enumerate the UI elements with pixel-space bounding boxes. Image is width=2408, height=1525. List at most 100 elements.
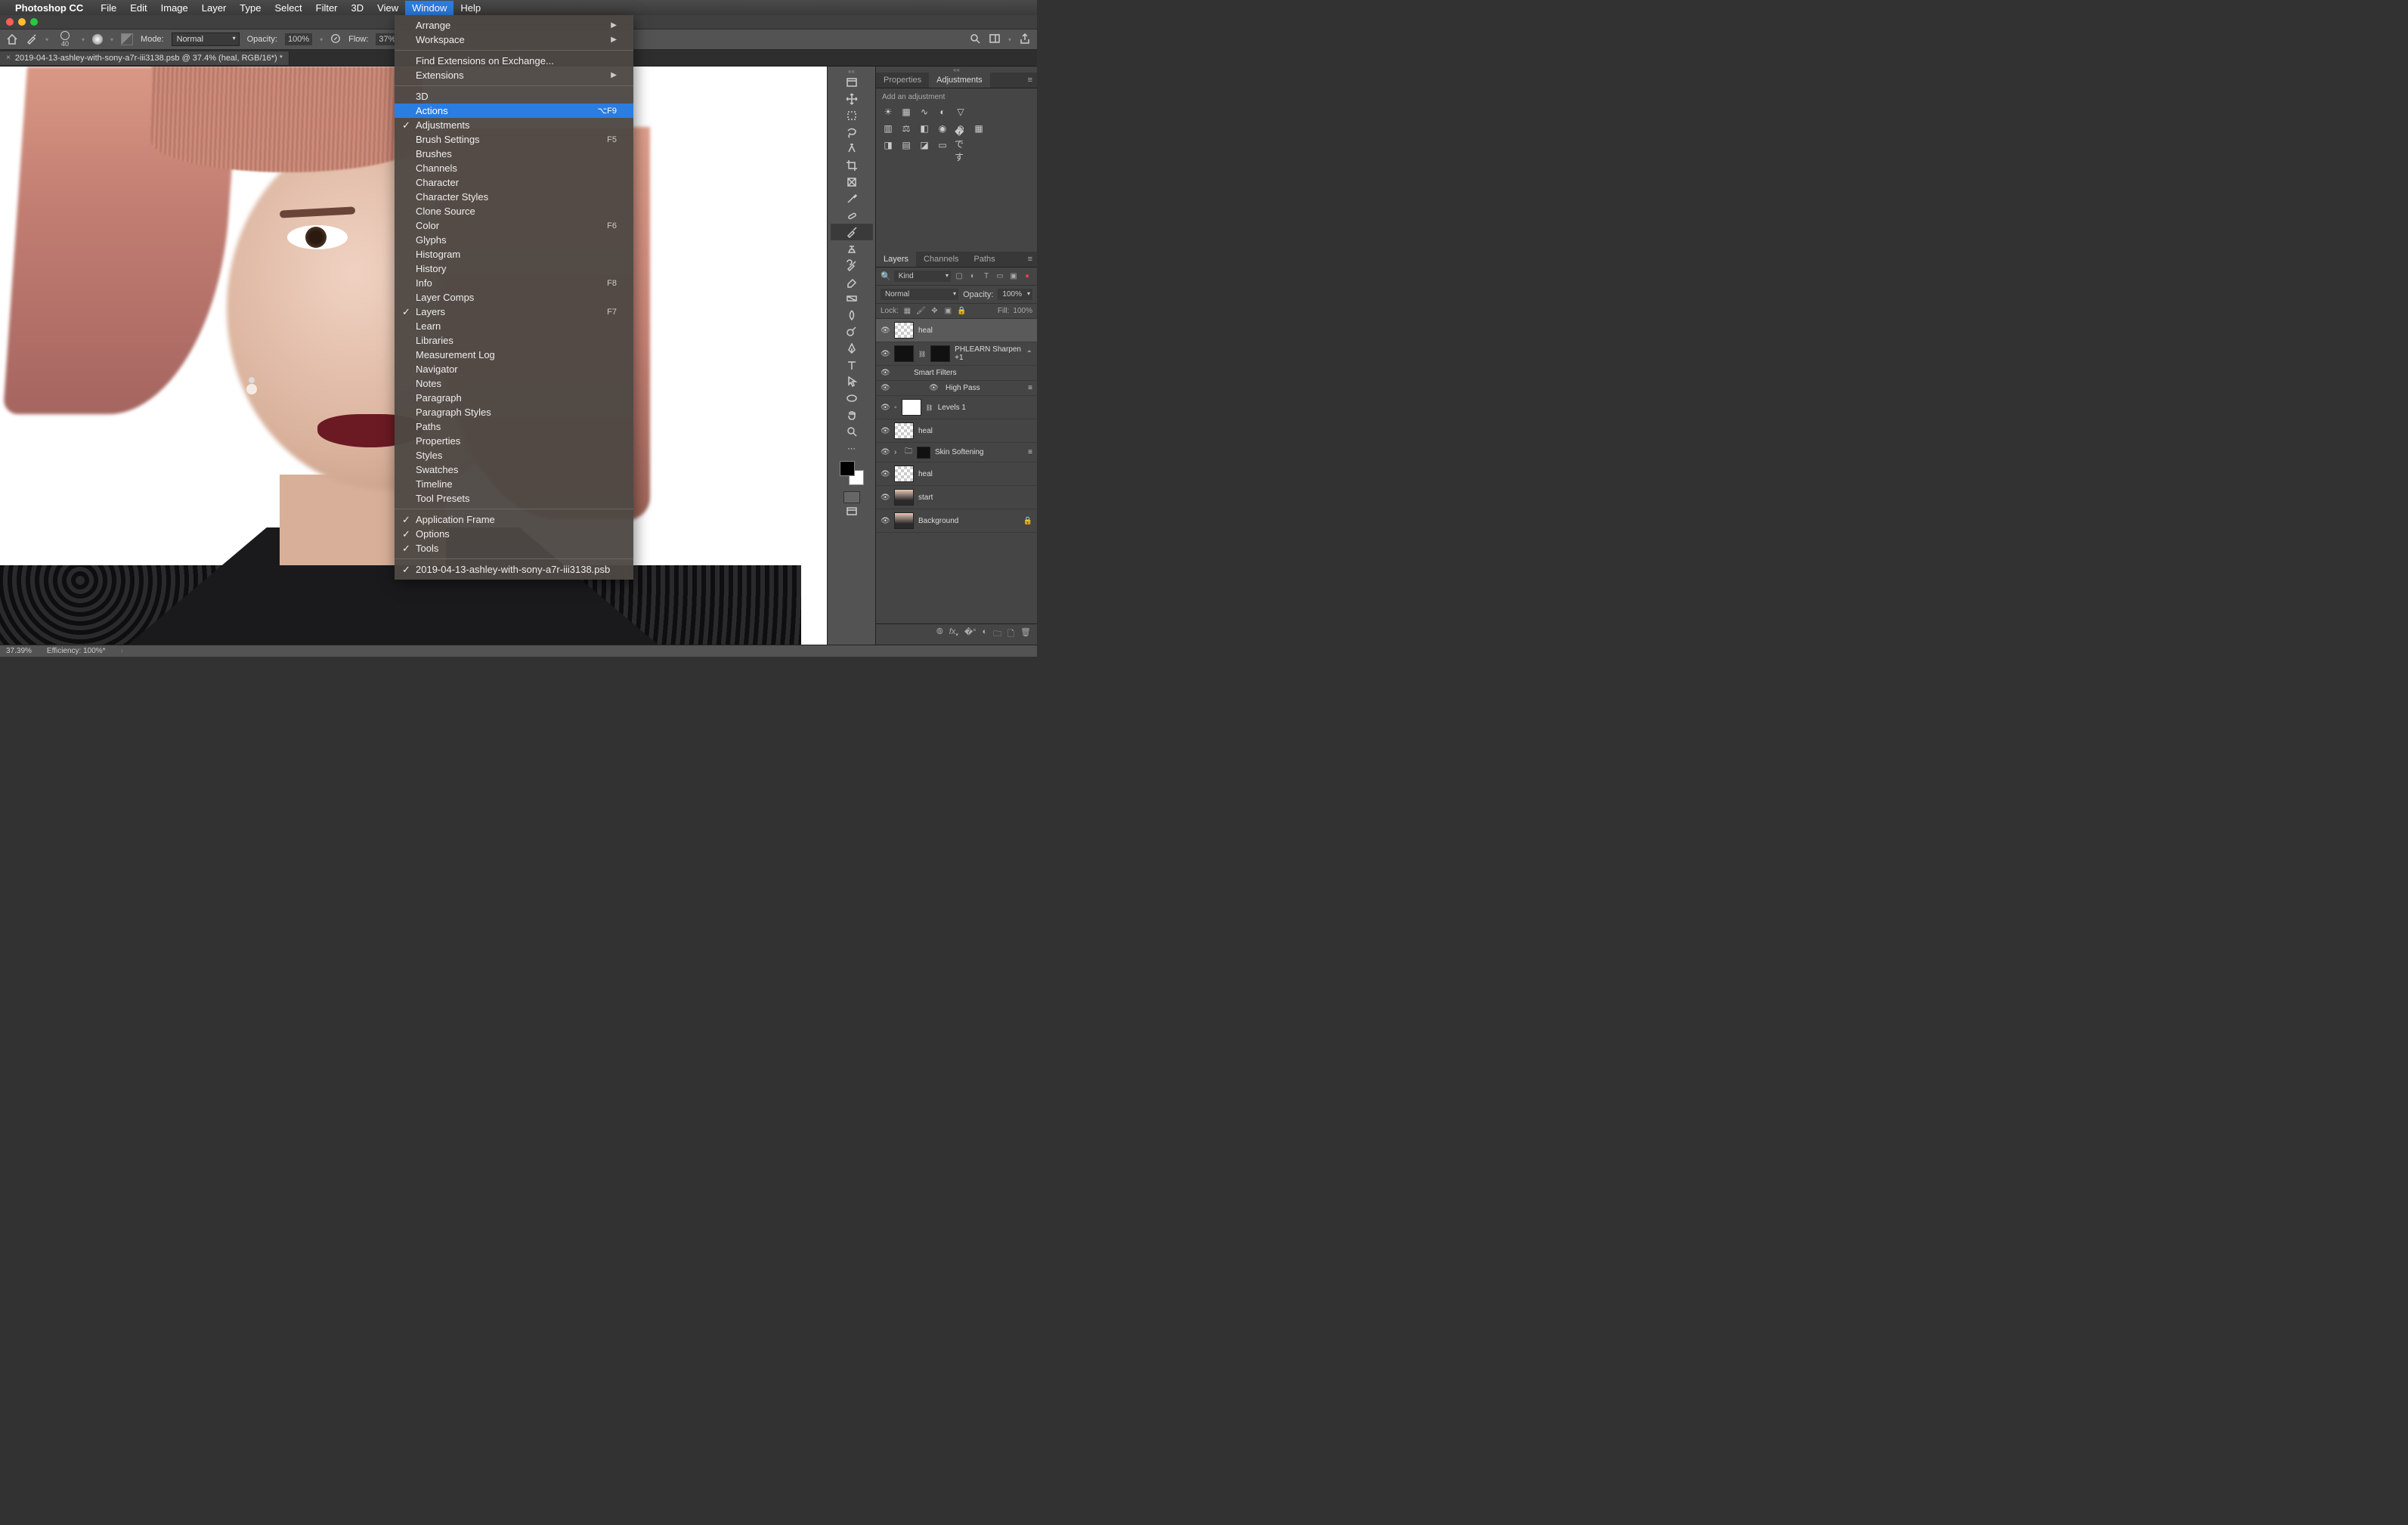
tab-properties[interactable]: Properties (876, 73, 929, 88)
blend-mode-dropdown[interactable]: Normal (172, 32, 240, 46)
layer-name[interactable]: start (918, 493, 1032, 502)
menu-select[interactable]: Select (268, 1, 308, 15)
layer-row[interactable]: 👁Background🔒 (876, 509, 1037, 533)
layer-name[interactable]: Levels 1 (938, 404, 1032, 412)
layer-name[interactable]: heal (918, 470, 1032, 478)
visibility-toggle-icon[interactable]: 👁 (881, 493, 890, 502)
menu-item-libraries[interactable]: Libraries (395, 333, 633, 348)
tab-layers[interactable]: Layers (876, 252, 916, 267)
layer-thumbnail[interactable] (894, 512, 914, 529)
app-name[interactable]: Photoshop CC (15, 2, 83, 14)
menu-file[interactable]: File (94, 1, 123, 15)
layer-row[interactable]: 👁 heal (876, 462, 1037, 486)
lock-artboard-icon[interactable]: ▣ (943, 306, 953, 316)
layer-thumbnail[interactable] (894, 322, 914, 339)
layer-row[interactable]: 👁⛓PHLEARN Sharpen +1⌃ (876, 342, 1037, 366)
brush-panel-toggle-icon[interactable] (121, 33, 133, 45)
minimize-window-button[interactable] (18, 18, 26, 26)
mask-link-icon[interactable]: ⛓ (926, 404, 933, 411)
lock-transparency-icon[interactable]: ▦ (902, 306, 912, 316)
layer-blend-dropdown[interactable]: Normal (881, 289, 958, 300)
menu-item-styles[interactable]: Styles (395, 448, 633, 462)
close-tab-icon[interactable]: × (6, 54, 11, 62)
layer-name[interactable]: High Pass (946, 384, 1023, 392)
zoom-level[interactable]: 37.39% (6, 647, 32, 655)
gradient-tool-icon[interactable] (831, 290, 873, 307)
visibility-toggle-icon[interactable]: 👁 (881, 427, 890, 435)
blur-tool-icon[interactable] (831, 307, 873, 323)
eraser-tool-icon[interactable] (831, 274, 873, 290)
menu-item-histogram[interactable]: Histogram (395, 247, 633, 261)
menu-view[interactable]: View (370, 1, 405, 15)
exposure-adj-icon[interactable]: ◐ (936, 106, 949, 118)
photo-filter-adj-icon[interactable]: ◉ (936, 122, 949, 135)
posterize-adj-icon[interactable]: ▤ (900, 139, 912, 151)
type-tool-icon[interactable] (831, 357, 873, 373)
mask-thumbnail[interactable] (917, 447, 930, 459)
layer-thumbnail[interactable] (894, 422, 914, 439)
layer-opacity-value[interactable]: 100% (998, 289, 1032, 300)
menu-item-layer-comps[interactable]: Layer Comps (395, 290, 633, 305)
menu-type[interactable]: Type (233, 1, 268, 15)
menu-item-learn[interactable]: Learn (395, 319, 633, 333)
search-icon[interactable] (969, 32, 981, 47)
zoom-tool-icon[interactable] (831, 423, 873, 440)
menu-item-arrange[interactable]: Arrange▶ (395, 18, 633, 32)
menu-item-paragraph[interactable]: Paragraph (395, 391, 633, 405)
menu-item-measurement-log[interactable]: Measurement Log (395, 348, 633, 362)
move-tool-icon[interactable] (831, 91, 873, 107)
pressure-opacity-icon[interactable] (330, 33, 341, 46)
eyedropper-tool-icon[interactable] (831, 190, 873, 207)
layer-row[interactable]: 👁◦⛓Levels 1 (876, 396, 1037, 419)
brush-hardness-icon[interactable] (92, 34, 103, 45)
layer-thumbnail[interactable] (902, 399, 921, 416)
panel-menu-icon[interactable]: ≡ (1023, 73, 1037, 88)
menu-item-adjustments[interactable]: ✓Adjustments (395, 118, 633, 132)
panel-toggle-icon[interactable] (831, 74, 873, 91)
fg-bg-color-swatch[interactable] (840, 461, 864, 485)
new-group-icon[interactable]: 🗀 (993, 627, 1001, 642)
home-button[interactable] (6, 33, 18, 45)
lock-pixels-icon[interactable]: 🖌 (916, 306, 926, 316)
menu-item-tools[interactable]: ✓Tools (395, 541, 633, 555)
workspace-icon[interactable] (989, 32, 1001, 47)
layer-name[interactable]: Smart Filters (914, 369, 1032, 377)
menu-item-actions[interactable]: Actions⌥F9 (395, 104, 633, 118)
menu-help[interactable]: Help (453, 1, 487, 15)
mask-link-icon[interactable]: ⛓ (918, 351, 926, 357)
filter-blending-icon[interactable]: ≡ (1028, 448, 1032, 456)
close-window-button[interactable] (6, 18, 14, 26)
color-balance-adj-icon[interactable]: ⚖ (900, 122, 912, 135)
invert-adj-icon[interactable]: ◨ (882, 139, 894, 151)
layer-thumbnail[interactable] (894, 466, 914, 482)
mask-icon[interactable]: �° (964, 627, 977, 642)
bw-adj-icon[interactable]: ◧ (918, 122, 930, 135)
menu-item-swatches[interactable]: Swatches (395, 462, 633, 477)
layer-row[interactable]: 👁Smart Filters (876, 366, 1037, 381)
filter-toggle-icon[interactable]: ● (1022, 271, 1032, 282)
menu-item-workspace[interactable]: Workspace▶ (395, 32, 633, 47)
layer-row[interactable]: 👁👁High Pass≡ (876, 381, 1037, 396)
lasso-tool-icon[interactable] (831, 124, 873, 141)
shape-tool-icon[interactable] (831, 390, 873, 407)
link-layers-icon[interactable]: ⦾ (936, 627, 943, 642)
vibrance-adj-icon[interactable]: ▽ (955, 106, 967, 118)
fx-icon[interactable]: fx▾ (949, 627, 958, 642)
gradient-map-adj-icon[interactable]: ▭ (936, 139, 949, 151)
filter-smart-icon[interactable]: ▣ (1008, 271, 1019, 282)
frame-tool-icon[interactable] (831, 174, 873, 190)
menu-item-tool-presets[interactable]: Tool Presets (395, 491, 633, 506)
menu-item-navigator[interactable]: Navigator (395, 362, 633, 376)
collapse-panels-handle[interactable]: «« (876, 67, 1037, 73)
menu-item-2019-04-13-ashley-with-sony-a7r-iii3138-psb[interactable]: ✓2019-04-13-ashley-with-sony-a7r-iii3138… (395, 562, 633, 577)
mask-thumbnail[interactable] (930, 345, 950, 362)
menu-item-brushes[interactable]: Brushes (395, 147, 633, 161)
menu-3d[interactable]: 3D (345, 1, 371, 15)
hand-tool-icon[interactable] (831, 407, 873, 423)
delete-layer-icon[interactable]: 🗑 (1020, 627, 1031, 642)
menu-item-character[interactable]: Character (395, 175, 633, 190)
visibility-toggle-icon[interactable]: 👁 (881, 470, 890, 478)
menu-item-glyphs[interactable]: Glyphs (395, 233, 633, 247)
brightness-adj-icon[interactable]: ☀ (882, 106, 894, 118)
menu-item-timeline[interactable]: Timeline (395, 477, 633, 491)
